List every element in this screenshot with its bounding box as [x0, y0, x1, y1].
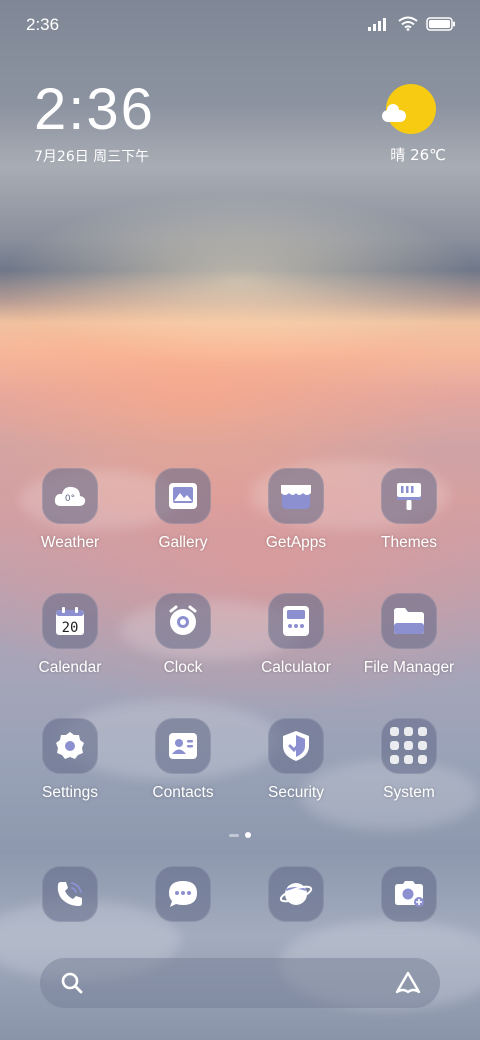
dock-phone[interactable] [14, 866, 126, 922]
signal-icon [368, 17, 386, 31]
app-gallery[interactable]: Gallery [127, 468, 239, 552]
sun-cloud-icon [382, 84, 436, 134]
calendar-icon: 20 [42, 593, 98, 649]
search-bar[interactable] [40, 958, 440, 1008]
page-dot-inactive [229, 834, 239, 837]
app-label: GetApps [265, 534, 327, 551]
gallery-icon [155, 468, 211, 524]
phone-icon [42, 866, 98, 922]
weather-icon: 0° [42, 468, 98, 524]
dock-messages[interactable] [127, 866, 239, 922]
app-label: Settings [41, 784, 98, 801]
app-label: File Manager [363, 659, 455, 676]
folder-icon [381, 593, 437, 649]
app-label: Themes [381, 534, 437, 551]
app-security[interactable]: Security [240, 718, 352, 802]
app-getapps[interactable]: GetApps [240, 468, 352, 552]
camera-icon [381, 866, 437, 922]
clock-widget[interactable]: 2:36 7月26日 周三下午 [34, 78, 155, 166]
app-file-manager[interactable]: File Manager [353, 593, 465, 677]
app-label: Gallery [158, 534, 208, 551]
status-icons [368, 16, 456, 31]
widget-date: 7月26日 周三下午 [34, 149, 150, 165]
page-dot-active [245, 832, 251, 838]
app-clock[interactable]: Clock [127, 593, 239, 677]
status-bar: 2:36 [0, 0, 480, 50]
shield-icon [268, 718, 324, 774]
widget-time: 2:36 [34, 77, 155, 142]
assistant-icon[interactable] [394, 970, 422, 996]
app-themes[interactable]: Themes [353, 468, 465, 552]
gear-icon [42, 718, 98, 774]
app-label: Calculator [261, 659, 331, 676]
dock-browser[interactable] [240, 866, 352, 922]
app-label: Security [268, 784, 324, 801]
themes-icon [381, 468, 437, 524]
browser-icon [268, 866, 324, 922]
weather-badge: 0° [65, 494, 75, 504]
app-system-folder[interactable]: System [353, 718, 465, 802]
app-weather[interactable]: 0° Weather [14, 468, 126, 552]
status-time: 2:36 [26, 15, 60, 34]
clock-icon [155, 593, 211, 649]
wifi-icon [398, 16, 418, 31]
battery-icon [426, 16, 455, 31]
app-calculator[interactable]: Calculator [240, 593, 352, 677]
calendar-badge: 20 [62, 620, 79, 636]
contacts-icon [155, 718, 211, 774]
page-indicator[interactable] [0, 832, 480, 838]
calculator-icon [268, 593, 324, 649]
app-label: Clock [163, 659, 203, 676]
folder-grid-icon [381, 718, 437, 774]
app-label: System [383, 784, 435, 801]
weather-text: 晴 26℃ [390, 146, 446, 164]
app-label: Contacts [152, 784, 214, 801]
app-settings[interactable]: Settings [14, 718, 126, 802]
getapps-icon [268, 468, 324, 524]
app-contacts[interactable]: Contacts [127, 718, 239, 802]
dock-camera[interactable] [353, 866, 465, 922]
app-label: Calendar [38, 659, 102, 676]
weather-widget[interactable]: 晴 26℃ [376, 84, 446, 165]
app-calendar[interactable]: 20 Calendar [14, 593, 126, 677]
search-icon[interactable] [60, 971, 84, 995]
messages-icon [155, 866, 211, 922]
app-label: Weather [40, 534, 100, 551]
